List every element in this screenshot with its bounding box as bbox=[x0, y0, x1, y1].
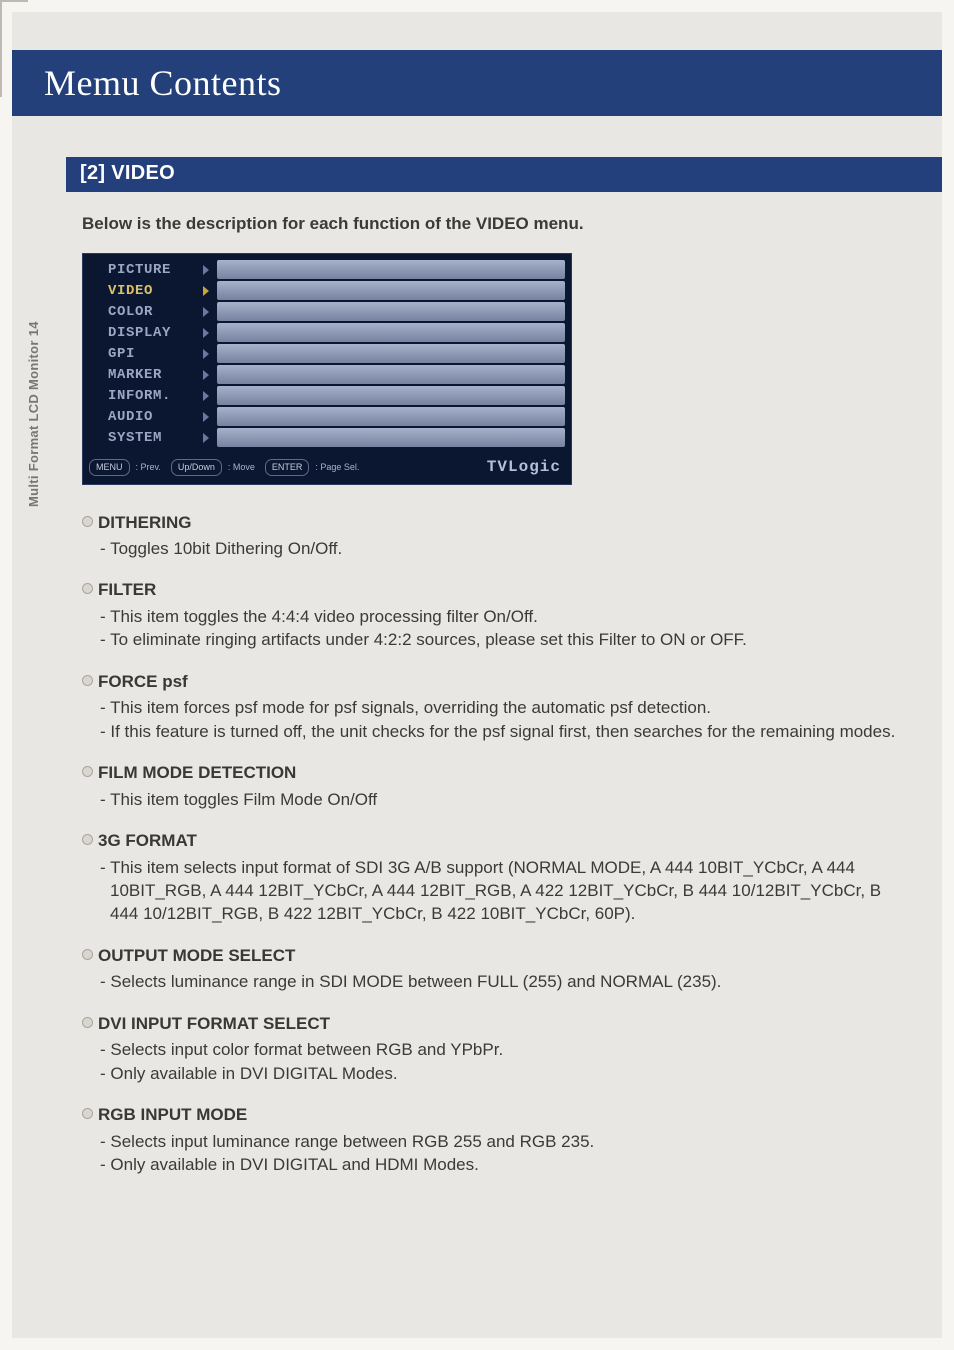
osd-value-row bbox=[217, 428, 565, 447]
description-item: OUTPUT MODE SELECT Selects luminance rang… bbox=[82, 944, 906, 994]
display-icon bbox=[89, 327, 104, 341]
page-inner: Memu Contents [2] VIDEO Multi Format LCD… bbox=[12, 12, 942, 1338]
description-item: DITHERING Toggles 10bit Dithering On/Off… bbox=[82, 511, 906, 561]
osd-item-label: DISPLAY bbox=[108, 324, 171, 343]
osd-value-rows bbox=[211, 254, 571, 453]
osd-logo: TVLogic bbox=[487, 456, 565, 478]
osd-value-row bbox=[217, 281, 565, 300]
item-bullet: Selects luminance range in SDI MODE betw… bbox=[82, 970, 906, 993]
marker-icon bbox=[89, 369, 104, 383]
item-bullet: This item selects input format of SDI 3G… bbox=[82, 856, 906, 926]
osd-prev-button: MENU bbox=[89, 459, 130, 475]
sidebar-label: Multi Format LCD Monitor 14 bbox=[26, 321, 41, 507]
osd-value-row bbox=[217, 323, 565, 342]
item-heading: FILM MODE DETECTION bbox=[82, 761, 906, 784]
item-bullet: Selects input color format between RGB a… bbox=[82, 1038, 906, 1061]
osd-item-label: SYSTEM bbox=[108, 429, 162, 448]
intro-text: Below is the description for each functi… bbox=[82, 212, 906, 235]
osd-item-label: VIDEO bbox=[108, 282, 153, 301]
item-heading: DVI INPUT FORMAT SELECT bbox=[82, 1012, 906, 1035]
osd-body: PICTURE VIDEO COLOR DISPLAY GPI MARKER I… bbox=[83, 254, 571, 453]
osd-item-color[interactable]: COLOR bbox=[83, 302, 211, 323]
video-icon bbox=[89, 285, 104, 299]
osd-item-label: GPI bbox=[108, 345, 135, 364]
item-heading: FILTER bbox=[82, 578, 906, 601]
item-bullet: Only available in DVI DIGITAL and HDMI M… bbox=[82, 1153, 906, 1176]
item-heading: OUTPUT MODE SELECT bbox=[82, 944, 906, 967]
osd-menu: PICTURE VIDEO COLOR DISPLAY GPI MARKER I… bbox=[83, 254, 211, 453]
osd-item-picture[interactable]: PICTURE bbox=[83, 260, 211, 281]
audio-icon bbox=[89, 411, 104, 425]
palette-icon bbox=[89, 264, 104, 278]
osd-item-label: INFORM. bbox=[108, 387, 171, 406]
osd-value-row bbox=[217, 386, 565, 405]
description-item: FILM MODE DETECTION This item toggles Fil… bbox=[82, 761, 906, 811]
title-bar: Memu Contents bbox=[12, 50, 942, 116]
gpi-icon bbox=[89, 348, 104, 362]
item-bullet: If this feature is turned off, the unit … bbox=[82, 720, 906, 743]
osd-page-label: : Page Sel. bbox=[315, 461, 359, 473]
osd-item-label: COLOR bbox=[108, 303, 153, 322]
osd-item-gpi[interactable]: GPI bbox=[83, 344, 211, 365]
description-item: FILTER This item toggles the 4:4:4 video … bbox=[82, 578, 906, 651]
osd-value-row bbox=[217, 365, 565, 384]
item-bullet: To eliminate ringing artifacts under 4:2… bbox=[82, 628, 906, 651]
osd-item-marker[interactable]: MARKER bbox=[83, 365, 211, 386]
content: Below is the description for each functi… bbox=[82, 212, 906, 1195]
description-item: DVI INPUT FORMAT SELECT Selects input col… bbox=[82, 1012, 906, 1085]
osd-item-system[interactable]: SYSTEM bbox=[83, 428, 211, 449]
osd-value-row bbox=[217, 344, 565, 363]
item-bullet: This item forces psf mode for psf signal… bbox=[82, 696, 906, 719]
info-icon bbox=[89, 390, 104, 404]
page-title: Memu Contents bbox=[12, 50, 942, 104]
item-heading: DITHERING bbox=[82, 511, 906, 534]
description-item: 3G FORMAT This item selects input format … bbox=[82, 829, 906, 926]
osd-value-row bbox=[217, 407, 565, 426]
color-icon bbox=[89, 306, 104, 320]
item-bullet: Toggles 10bit Dithering On/Off. bbox=[82, 537, 906, 560]
osd-value-row bbox=[217, 302, 565, 321]
item-bullet: This item toggles the 4:4:4 video proces… bbox=[82, 605, 906, 628]
description-item: RGB INPUT MODE Selects input luminance ra… bbox=[82, 1103, 906, 1176]
system-icon bbox=[89, 432, 104, 446]
osd-prev-label: : Prev. bbox=[136, 461, 161, 473]
osd-item-label: AUDIO bbox=[108, 408, 153, 427]
osd-item-label: PICTURE bbox=[108, 261, 171, 280]
item-bullet: This item toggles Film Mode On/Off bbox=[82, 788, 906, 811]
osd-panel: PICTURE VIDEO COLOR DISPLAY GPI MARKER I… bbox=[82, 253, 572, 484]
osd-footer: MENU : Prev. Up/Down : Move ENTER : Page… bbox=[83, 453, 571, 483]
item-heading: FORCE psf bbox=[82, 670, 906, 693]
osd-item-display[interactable]: DISPLAY bbox=[83, 323, 211, 344]
osd-value-row bbox=[217, 260, 565, 279]
item-heading: RGB INPUT MODE bbox=[82, 1103, 906, 1126]
osd-item-video[interactable]: VIDEO bbox=[83, 281, 211, 302]
osd-item-label: MARKER bbox=[108, 366, 162, 385]
osd-item-inform[interactable]: INFORM. bbox=[83, 386, 211, 407]
osd-move-button: Up/Down bbox=[171, 459, 222, 475]
item-bullet: Selects input luminance range between RG… bbox=[82, 1130, 906, 1153]
description-item: FORCE psf This item forces psf mode for p… bbox=[82, 670, 906, 743]
osd-item-audio[interactable]: AUDIO bbox=[83, 407, 211, 428]
section-title: [2] VIDEO bbox=[66, 157, 175, 185]
osd-page-button: ENTER bbox=[265, 459, 310, 475]
osd-move-label: : Move bbox=[228, 461, 255, 473]
item-heading: 3G FORMAT bbox=[82, 829, 906, 852]
item-bullet: Only available in DVI DIGITAL Modes. bbox=[82, 1062, 906, 1085]
section-bar: [2] VIDEO bbox=[66, 157, 942, 192]
